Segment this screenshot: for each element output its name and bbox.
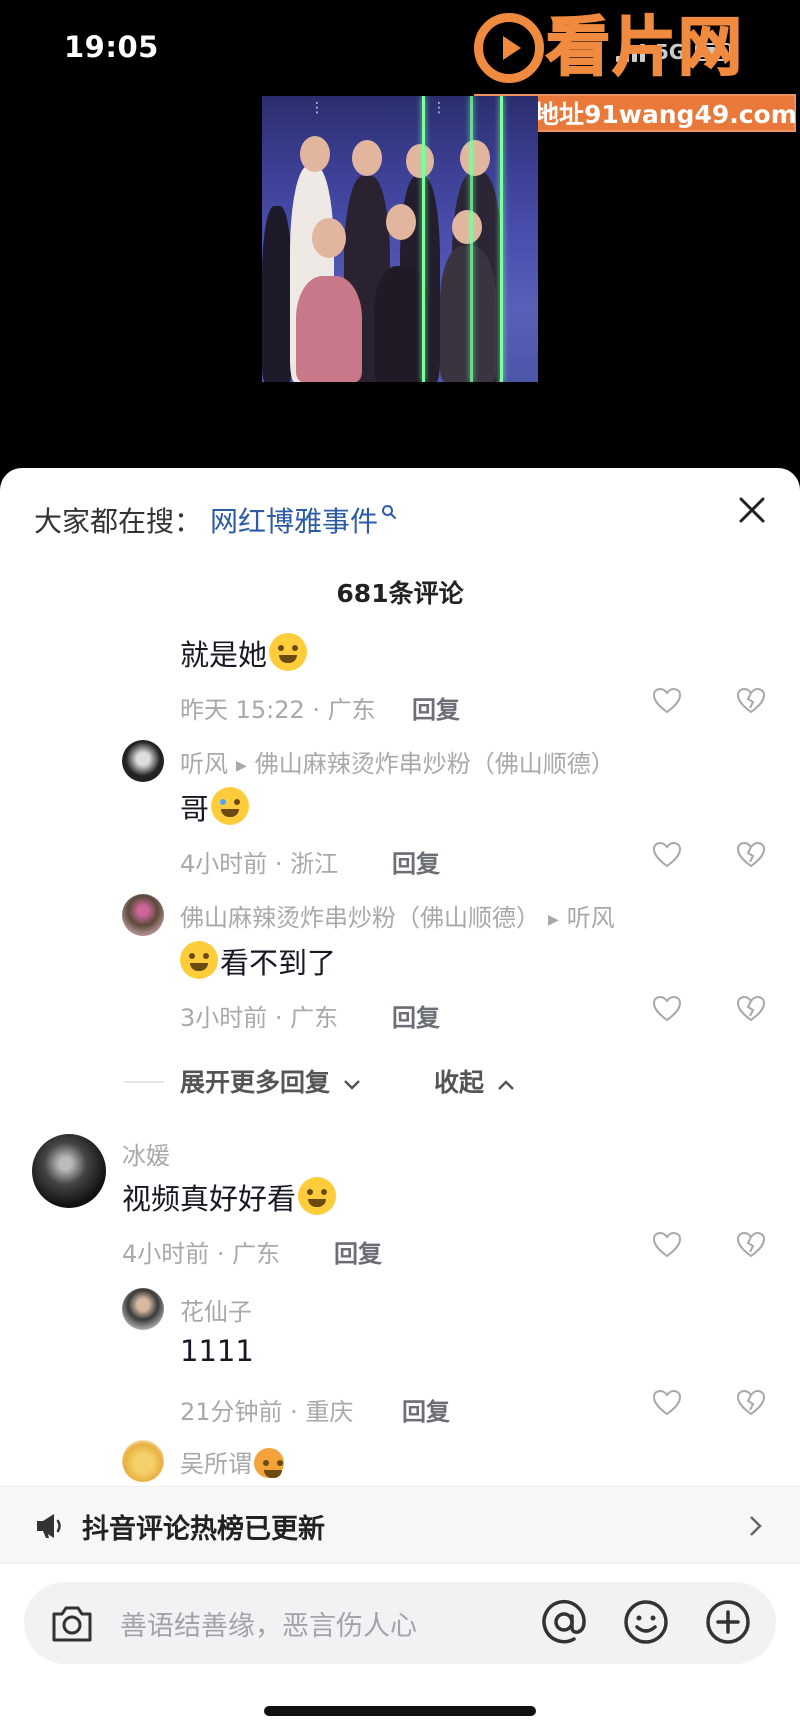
replies-toggle-row: 展开更多回复 收起	[0, 1063, 800, 1103]
username[interactable]: 花仙子	[180, 1292, 252, 1327]
collapse-replies-button[interactable]: 收起	[434, 1063, 515, 1099]
stage-light-dots: ⋮	[310, 100, 324, 116]
smile-icon[interactable]	[622, 1598, 670, 1646]
dislike-icon[interactable]	[736, 1388, 766, 1418]
heart-icon[interactable]	[652, 1388, 682, 1418]
reply-arrow-icon: ▶	[236, 758, 247, 774]
comment-text-content: 看不到了	[220, 946, 337, 980]
comment-meta: 4小时前 · 浙江	[180, 850, 339, 878]
comment-meta: 昨天 15:22 · 广东	[180, 696, 376, 724]
avatar[interactable]	[122, 740, 164, 782]
trending-search-term[interactable]: 网红博雅事件	[210, 500, 378, 540]
play-badge-icon	[474, 13, 544, 83]
reply-arrow-icon: ▶	[548, 912, 559, 928]
comment-meta: 21分钟前 · 重庆	[180, 1398, 354, 1426]
status-time: 19:05	[64, 30, 159, 64]
avatar[interactable]	[122, 1440, 164, 1482]
stage-light-dots: ⋮	[432, 100, 446, 116]
username[interactable]: 吴所谓	[180, 1450, 252, 1478]
username[interactable]: 冰媛	[122, 1136, 170, 1171]
expand-more-replies-button[interactable]: 展开更多回复	[180, 1063, 361, 1099]
hotlist-banner[interactable]: 抖音评论热榜已更新	[0, 1486, 800, 1564]
expand-more-label: 展开更多回复	[180, 1068, 331, 1097]
camera-icon[interactable]	[50, 1602, 94, 1644]
collapse-label: 收起	[434, 1068, 485, 1097]
comment-text: 就是她	[180, 632, 308, 674]
reply-button[interactable]: 回复	[392, 998, 440, 1033]
comment-text: 1111	[180, 1334, 254, 1368]
dislike-icon[interactable]	[736, 840, 766, 870]
trending-search-label: 大家都在搜：	[34, 505, 203, 538]
reply-button[interactable]: 回复	[392, 844, 440, 879]
comment-text: 视频真好好看	[122, 1176, 337, 1218]
dislike-icon[interactable]	[736, 686, 766, 716]
plus-icon[interactable]	[704, 1598, 752, 1646]
watermark-logo-text: 看片网	[545, 11, 744, 85]
avatar[interactable]	[32, 1134, 106, 1208]
comment-text: 哥	[180, 786, 250, 828]
crying-emoji-icon	[211, 787, 250, 825]
avatar[interactable]	[122, 894, 164, 936]
reply-to-username[interactable]: 佛山麻辣烫炸串炒粉（佛山顺德）	[255, 750, 615, 778]
chevron-down-icon	[343, 1080, 360, 1090]
chevron-up-icon	[497, 1080, 514, 1090]
comment-text-content: 就是她	[180, 638, 268, 672]
video-player[interactable]: ⋮ ⋮	[262, 96, 538, 382]
comment-input[interactable]: 善语结善缘，恶言伤人心	[120, 1604, 417, 1643]
hotlist-text: 抖音评论热榜已更新	[82, 1514, 325, 1545]
divider	[124, 1081, 164, 1083]
close-icon[interactable]	[734, 492, 770, 528]
heart-icon[interactable]	[652, 994, 682, 1024]
reply-button[interactable]: 回复	[412, 690, 460, 725]
dislike-icon[interactable]	[736, 1230, 766, 1260]
search-icon[interactable]	[381, 504, 397, 520]
heart-icon[interactable]	[652, 686, 682, 716]
reply-username-line: 听风 ▶ 佛山麻辣烫炸串炒粉（佛山顺德）	[180, 744, 615, 779]
avatar[interactable]	[122, 1288, 164, 1330]
heart-icon[interactable]	[652, 840, 682, 870]
trending-search[interactable]: 大家都在搜： 网红博雅事件	[34, 500, 397, 540]
laugh-cry-emoji-icon	[269, 633, 308, 671]
home-indicator[interactable]	[264, 1706, 536, 1716]
watermark-logo: 看片网	[474, 6, 796, 90]
megaphone-icon	[37, 1514, 61, 1538]
comment-sheet: 大家都在搜： 网红博雅事件 681条评论 就是她 昨天 15:22 · 广东 回…	[0, 468, 800, 1732]
puffer-fish-emoji-icon	[254, 1448, 284, 1478]
heart-icon[interactable]	[652, 1230, 682, 1260]
comment-meta: 3小时前 · 广东	[180, 1004, 339, 1032]
grin-emoji-icon	[180, 941, 218, 979]
reply-username-line: 佛山麻辣烫炸串炒粉（佛山顺德） ▶ 听风	[180, 898, 615, 933]
comment-count: 681条评论	[336, 579, 464, 608]
reply-button[interactable]: 回复	[402, 1392, 450, 1427]
comment-text-content: 视频真好好看	[122, 1182, 297, 1216]
comment-text-content: 哥	[180, 792, 210, 826]
username[interactable]: 听风	[180, 750, 228, 778]
at-icon[interactable]	[538, 1596, 590, 1648]
chevron-right-icon	[750, 1516, 762, 1536]
username-line: 吴所谓	[180, 1444, 284, 1479]
reply-button[interactable]: 回复	[334, 1234, 382, 1269]
username[interactable]: 佛山麻辣烫炸串炒粉（佛山顺德）	[180, 904, 540, 932]
pleading-emoji-icon	[298, 1177, 337, 1215]
comment-input-bar[interactable]: 善语结善缘，恶言伤人心	[24, 1582, 776, 1664]
dislike-icon[interactable]	[736, 994, 766, 1024]
comment-text: 看不到了	[180, 940, 336, 982]
reply-to-username[interactable]: 听风	[567, 904, 615, 932]
comment-meta: 4小时前 · 广东	[122, 1240, 281, 1268]
